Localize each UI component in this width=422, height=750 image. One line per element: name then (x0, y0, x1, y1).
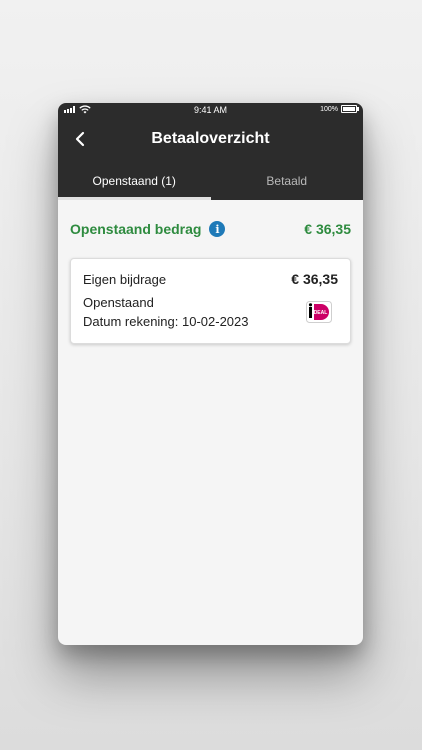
app-header: 9:41 AM 100% Betaaloverzicht Openstaand … (58, 103, 363, 200)
outstanding-amount: € 36,35 (304, 221, 351, 237)
invoice-amount: € 36,35 (291, 271, 338, 287)
svg-text:DEAL: DEAL (314, 310, 328, 316)
outstanding-summary: Openstaand bedrag i € 36,35 (70, 200, 351, 258)
navbar: Betaaloverzicht (58, 117, 363, 161)
invoice-date: Datum rekening: 10-02-2023 (83, 314, 249, 329)
phone-frame: 9:41 AM 100% Betaaloverzicht Openstaand … (58, 103, 363, 645)
card-header-row: Eigen bijdrage € 36,35 (83, 271, 338, 287)
invoice-status: Openstaand (83, 295, 154, 310)
info-icon[interactable]: i (209, 221, 226, 237)
page-title: Betaaloverzicht (151, 130, 270, 147)
ideal-logo-icon: DEAL (306, 301, 332, 323)
tab-bar: Openstaand (1) Betaald (58, 161, 363, 200)
invoice-label: Eigen bijdrage (83, 272, 167, 287)
invoice-card[interactable]: Eigen bijdrage € 36,35 Openstaand Datum … (70, 258, 351, 344)
status-right: 100% (320, 105, 359, 113)
tab-openstaand[interactable]: Openstaand (1) (58, 161, 211, 200)
battery-icon (341, 105, 359, 113)
outstanding-title: Openstaand bedrag (70, 221, 202, 237)
main-content: Openstaand bedrag i € 36,35 Eigen bijdra… (58, 200, 363, 344)
battery-percent: 100% (320, 105, 338, 113)
status-bar: 9:41 AM 100% (58, 103, 363, 117)
tab-betaald[interactable]: Betaald (211, 161, 364, 200)
summary-left: Openstaand bedrag i (70, 221, 226, 237)
status-time: 9:41 AM (193, 105, 228, 115)
